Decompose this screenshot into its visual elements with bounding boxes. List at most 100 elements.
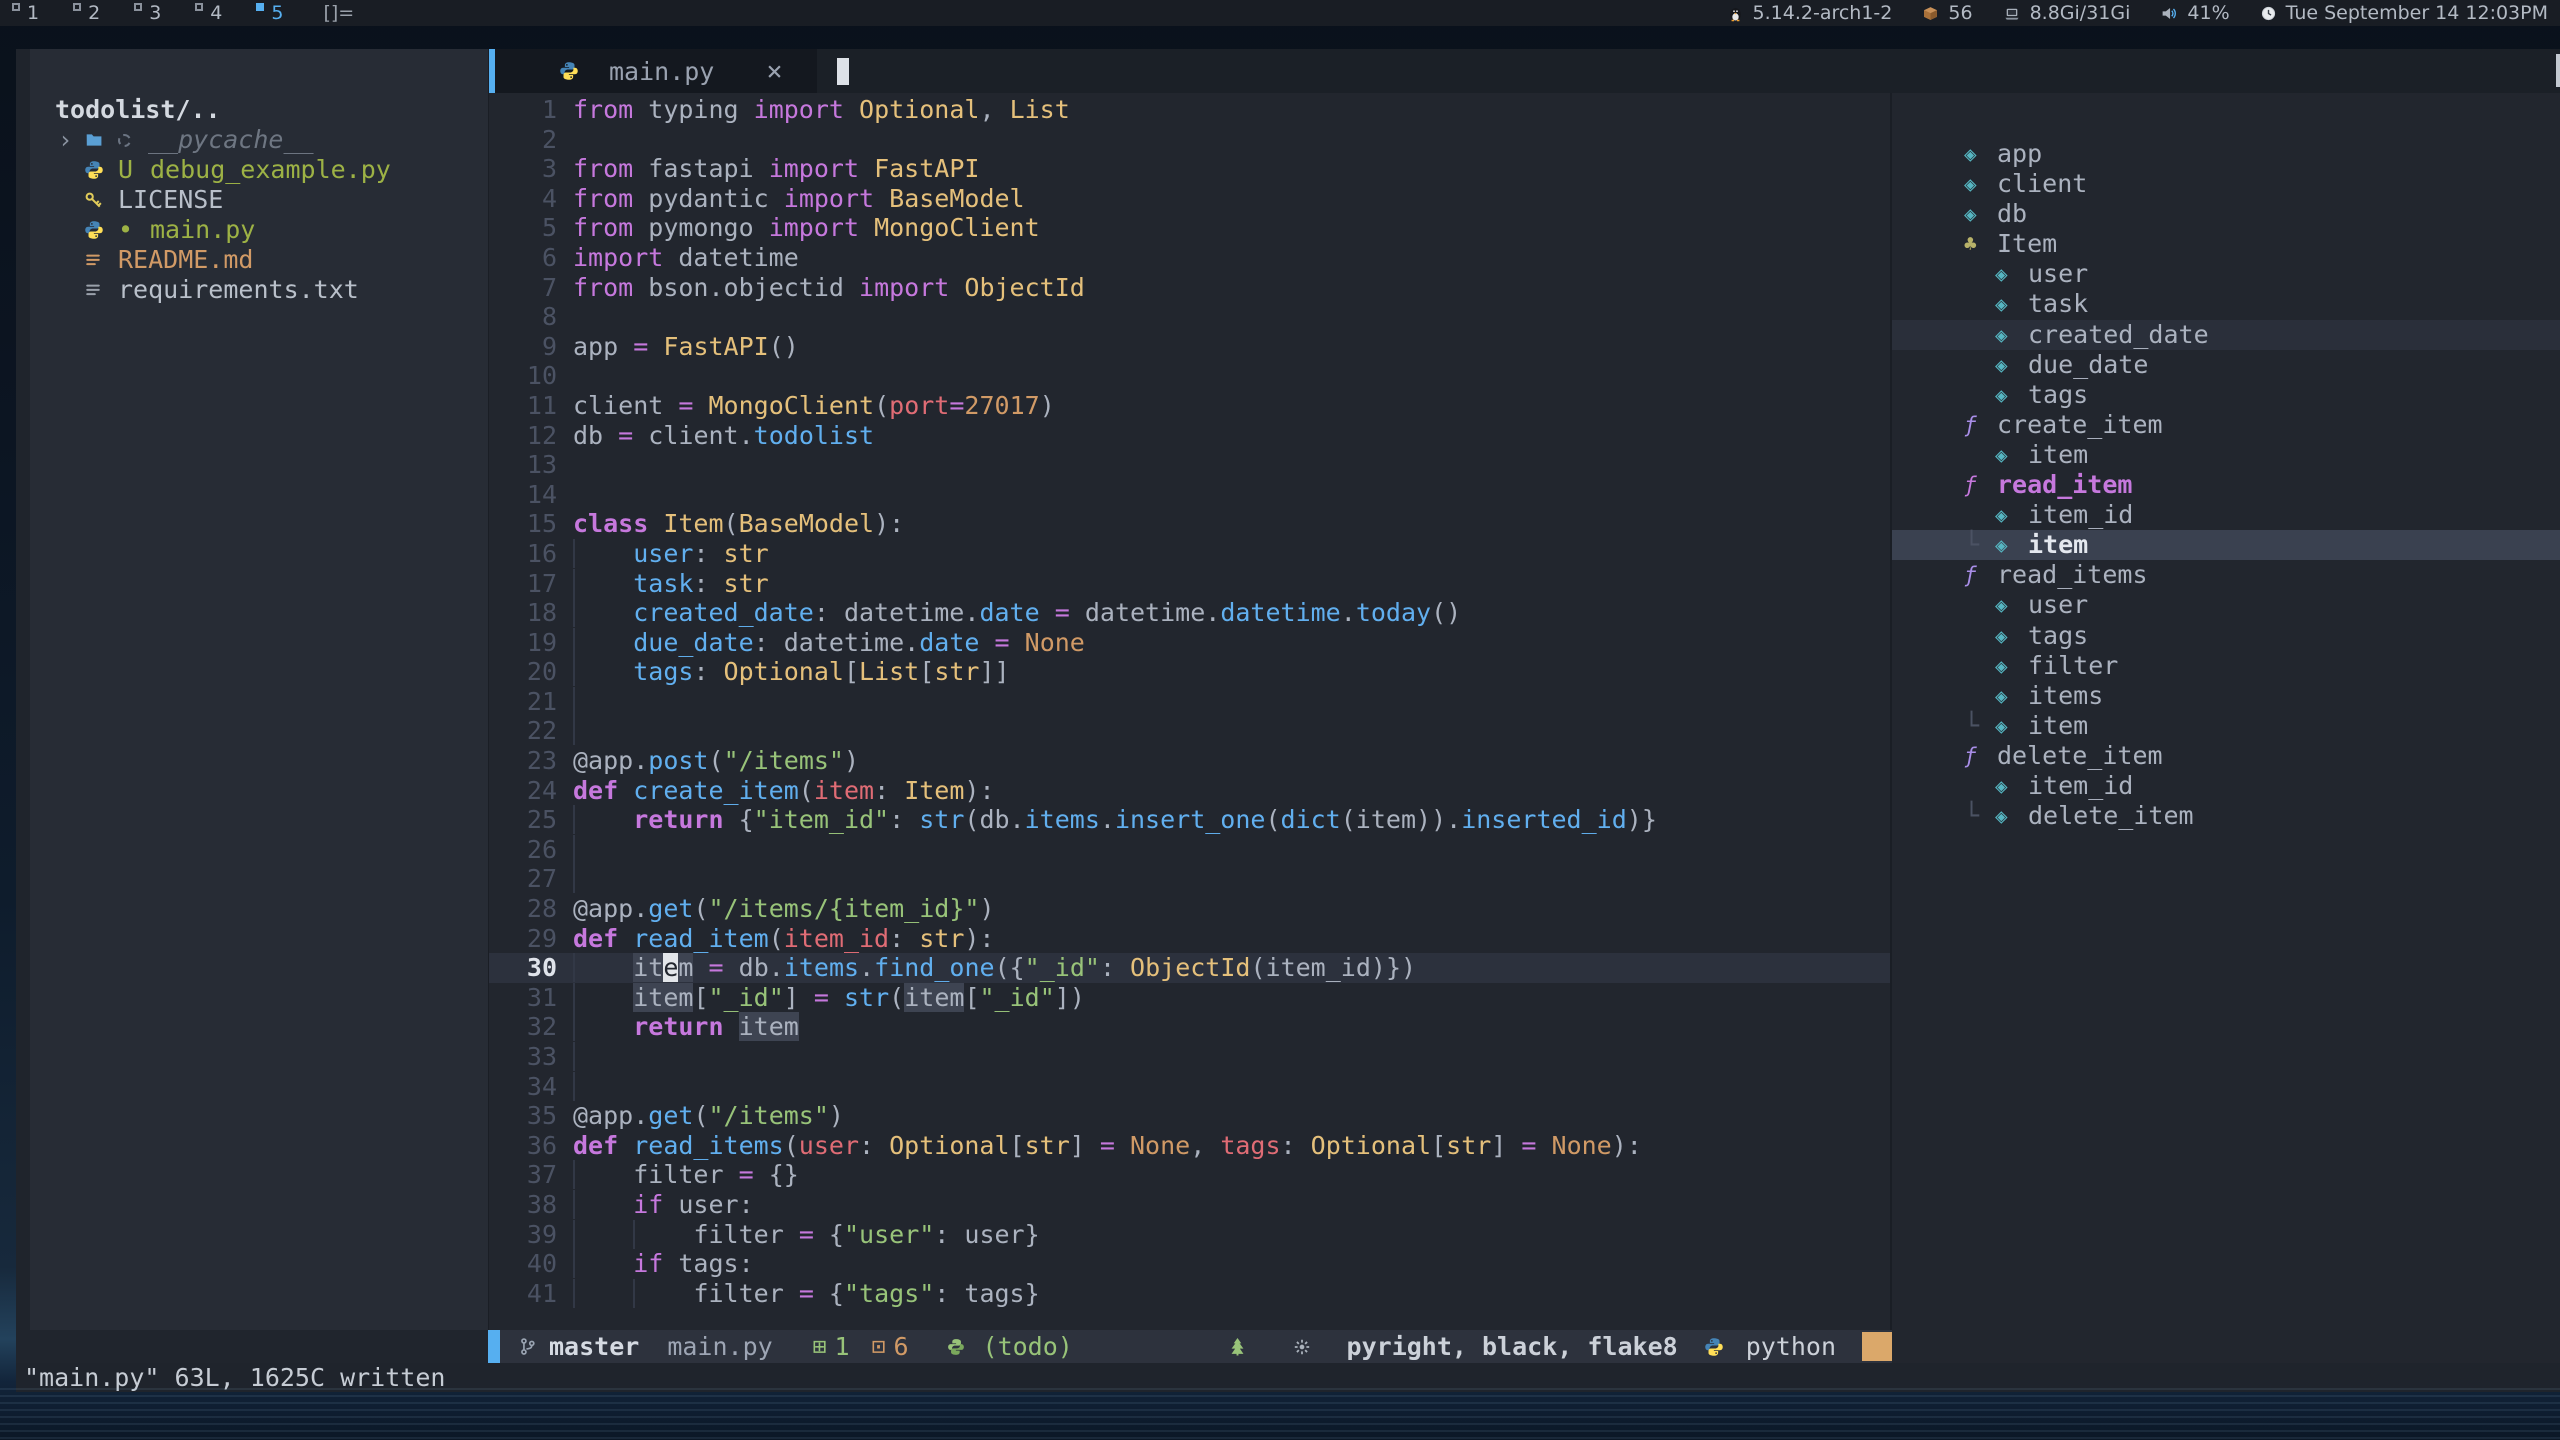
tree-item-requirements-txt[interactable]: requirements.txt — [30, 275, 488, 305]
line-number: 1 — [489, 95, 557, 125]
tag-item-client[interactable]: ◈client — [1892, 169, 2560, 199]
code-line-text — [573, 1042, 633, 1072]
code-token — [573, 1012, 633, 1041]
tag-item-delete_item[interactable]: └◈delete_item — [1892, 801, 2560, 831]
code-line-36[interactable]: 36def read_items(user: Optional[str] = N… — [489, 1131, 1890, 1161]
tree-item-debug-example-py[interactable]: Udebug_example.py — [30, 155, 488, 185]
tag-item-db[interactable]: ◈db — [1892, 199, 2560, 229]
tree-item-main-py[interactable]: •main.py — [30, 215, 488, 245]
code-token: )) — [1416, 805, 1446, 834]
code-line-39[interactable]: 39 filter = {"user": user} — [489, 1220, 1890, 1250]
code-line-9[interactable]: 9app = FastAPI() — [489, 332, 1890, 362]
workspace-button-5[interactable]: 5 — [256, 2, 283, 24]
code-line-12[interactable]: 12db = client.todolist — [489, 421, 1890, 451]
code-line-32[interactable]: 32 return item — [489, 1012, 1890, 1042]
tag-item-item[interactable]: └◈item — [1892, 530, 2560, 560]
code-line-8[interactable]: 8 — [489, 302, 1890, 332]
tag-item-created_date[interactable]: ◈created_date — [1892, 320, 2560, 350]
code-line-28[interactable]: 28@app.get("/items/{item_id}") — [489, 894, 1890, 924]
tag-item-items[interactable]: ◈items — [1892, 681, 2560, 711]
code-line-15[interactable]: 15class Item(BaseModel): — [489, 509, 1890, 539]
tag-item-item[interactable]: └◈item — [1892, 711, 2560, 741]
tag-item-item_id[interactable]: ◈item_id — [1892, 771, 2560, 801]
code-token: date — [979, 598, 1039, 627]
tag-item-tags[interactable]: ◈tags — [1892, 621, 2560, 651]
python-icon — [84, 160, 118, 180]
code-token: ) — [979, 894, 994, 923]
code-token: = — [1521, 1131, 1536, 1160]
code-line-31[interactable]: 31 item["_id"] = str(item["_id"]) — [489, 983, 1890, 1013]
code-line-25[interactable]: 25 return {"item_id": str(db.items.inser… — [489, 805, 1890, 835]
code-line-10[interactable]: 10 — [489, 361, 1890, 391]
tag-item-task[interactable]: ◈task — [1892, 289, 2560, 319]
tag-item-Item[interactable]: ♣Item — [1892, 229, 2560, 259]
workspace-button-4[interactable]: 4 — [195, 2, 222, 24]
code-line-2[interactable]: 2 — [489, 125, 1890, 155]
tag-item-app[interactable]: ◈app — [1892, 139, 2560, 169]
code-line-24[interactable]: 24def create_item(item: Item): — [489, 776, 1890, 806]
code-line-29[interactable]: 29def read_item(item_id: str): — [489, 924, 1890, 954]
code-token: ( — [1265, 805, 1280, 834]
code-line-23[interactable]: 23@app.post("/items") — [489, 746, 1890, 776]
code-token — [648, 332, 663, 361]
code-line-30[interactable]: 30 item = db.items.find_one({"_id": Obje… — [489, 953, 1890, 983]
code-line-37[interactable]: 37 filter = {} — [489, 1160, 1890, 1190]
code-line-11[interactable]: 11client = MongoClient(port=27017) — [489, 391, 1890, 421]
code-line-6[interactable]: 6import datetime — [489, 243, 1890, 273]
tag-item-read_items[interactable]: ƒread_items — [1892, 560, 2560, 590]
line-number: 26 — [489, 835, 557, 865]
code-line-19[interactable]: 19 due_date: datetime.date = None — [489, 628, 1890, 658]
code-line-14[interactable]: 14 — [489, 480, 1890, 510]
code-line-3[interactable]: 3from fastapi import FastAPI — [489, 154, 1890, 184]
code-line-17[interactable]: 17 task: str — [489, 569, 1890, 599]
code-line-38[interactable]: 38 if user: — [489, 1190, 1890, 1220]
line-number: 3 — [489, 154, 557, 184]
tag-item-filter[interactable]: ◈filter — [1892, 651, 2560, 681]
code-line-text: from typing import Optional, List — [573, 95, 1070, 125]
tag-item-read_item[interactable]: ƒread_item — [1892, 470, 2560, 500]
workspace-button-3[interactable]: 3 — [134, 2, 161, 24]
tag-item-item[interactable]: ◈item — [1892, 440, 2560, 470]
tree-item-label: debug_example.py — [150, 155, 391, 185]
tag-item-delete_item[interactable]: ƒdelete_item — [1892, 741, 2560, 771]
code-line-4[interactable]: 4from pydantic import BaseModel — [489, 184, 1890, 214]
tag-item-due_date[interactable]: ◈due_date — [1892, 350, 2560, 380]
code-token — [573, 1072, 633, 1101]
tree-item-readme-md[interactable]: README.md — [30, 245, 488, 275]
scroll-position-block — [1862, 1332, 1892, 1361]
code-line-1[interactable]: 1 from typing import Optional, List — [489, 95, 1890, 125]
tag-item-user[interactable]: ◈user — [1892, 259, 2560, 289]
code-line-22[interactable]: 22 — [489, 716, 1890, 746]
tree-item-license[interactable]: LICENSE — [30, 185, 488, 215]
code-line-16[interactable]: 16 user: str — [489, 539, 1890, 569]
code-line-20[interactable]: 20 tags: Optional[List[str]] — [489, 657, 1890, 687]
code-line-34[interactable]: 34 — [489, 1072, 1890, 1102]
code-line-18[interactable]: 18 created_date: datetime.date = datetim… — [489, 598, 1890, 628]
code-token: ( — [709, 746, 724, 775]
tag-item-item_id[interactable]: ◈item_id — [1892, 500, 2560, 530]
code-line-41[interactable]: 41 filter = {"tags": tags} — [489, 1279, 1890, 1309]
workspace-button-1[interactable]: 1 — [12, 2, 39, 24]
code-line-26[interactable]: 26 — [489, 835, 1890, 865]
code-token: [ — [1010, 1131, 1025, 1160]
code-line-27[interactable]: 27 — [489, 864, 1890, 894]
code-line-13[interactable]: 13 — [489, 450, 1890, 480]
tag-item-create_item[interactable]: ƒcreate_item — [1892, 410, 2560, 440]
code-line-40[interactable]: 40 if tags: — [489, 1249, 1890, 1279]
tree-item-label: LICENSE — [118, 185, 223, 215]
code-editor[interactable]: 1 from typing import Optional, List23from… — [489, 93, 1890, 1330]
code-line-21[interactable]: 21 — [489, 687, 1890, 717]
tree-item--pycache-[interactable]: ›__pycache__ — [30, 125, 488, 155]
tab-main-py[interactable]: main.py × — [495, 49, 817, 93]
code-line-33[interactable]: 33 — [489, 1042, 1890, 1072]
workspace-indicator-square — [195, 3, 203, 11]
tag-item-user[interactable]: ◈user — [1892, 590, 2560, 620]
close-icon[interactable]: × — [766, 56, 782, 87]
code-token: . — [1446, 805, 1461, 834]
code-line-7[interactable]: 7from bson.objectid import ObjectId — [489, 273, 1890, 303]
workspace-button-2[interactable]: 2 — [73, 2, 100, 24]
code-token: str — [724, 569, 769, 598]
tag-item-tags[interactable]: ◈tags — [1892, 380, 2560, 410]
code-line-5[interactable]: 5from pymongo import MongoClient — [489, 213, 1890, 243]
code-line-35[interactable]: 35@app.get("/items") — [489, 1101, 1890, 1131]
